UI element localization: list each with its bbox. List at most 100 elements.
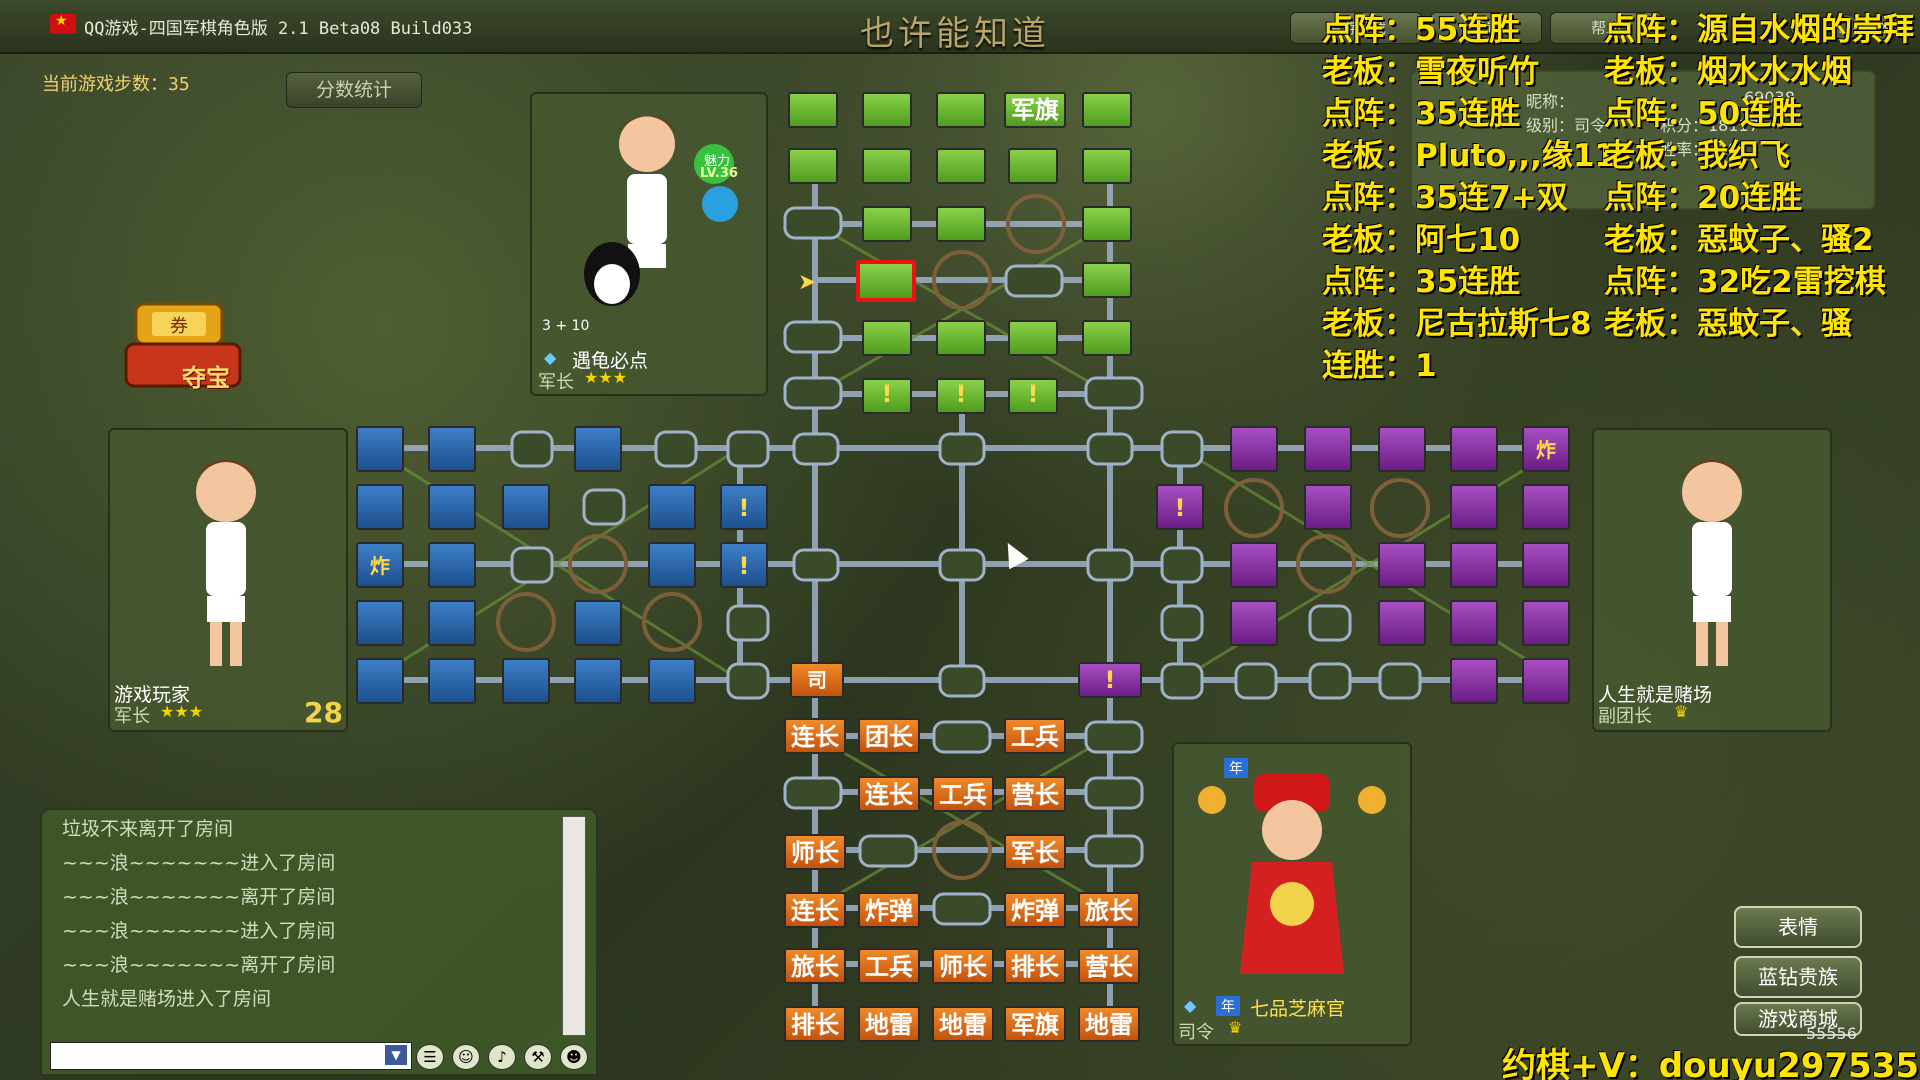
- board-piece[interactable]: [356, 484, 404, 530]
- overlay-line: 老板：烟水水水烟: [1604, 54, 1852, 90]
- board-piece[interactable]: [936, 148, 986, 184]
- board-piece[interactable]: !: [936, 378, 986, 414]
- board-piece[interactable]: [936, 206, 986, 242]
- board-piece[interactable]: [788, 148, 838, 184]
- board-piece[interactable]: [1304, 426, 1352, 472]
- chat-scrollbar[interactable]: [562, 816, 586, 1036]
- board-piece[interactable]: 工兵: [932, 776, 994, 812]
- board-piece[interactable]: [862, 320, 912, 356]
- board-piece[interactable]: 军旗: [1004, 1006, 1066, 1042]
- board-piece[interactable]: 工兵: [858, 948, 920, 984]
- board-piece[interactable]: 团长: [858, 718, 920, 754]
- board-piece[interactable]: 营长: [1004, 776, 1066, 812]
- bomb-mark[interactable]: 炸: [1522, 426, 1570, 472]
- board-piece[interactable]: 连长: [858, 776, 920, 812]
- board-piece[interactable]: 师长: [784, 834, 846, 870]
- board-piece[interactable]: 旅长: [1078, 892, 1140, 928]
- board-piece[interactable]: 炸弹: [1004, 892, 1066, 928]
- speaker-icon[interactable]: ♪: [488, 1044, 516, 1070]
- board-piece[interactable]: [1082, 148, 1132, 184]
- board-piece[interactable]: [1522, 542, 1570, 588]
- board-piece[interactable]: [1450, 658, 1498, 704]
- board-piece[interactable]: [428, 542, 476, 588]
- chat-line: ~~~浪~~~~~~~进入了房间: [62, 920, 336, 942]
- board-piece[interactable]: 地雷: [1078, 1006, 1140, 1042]
- board-piece[interactable]: [1082, 320, 1132, 356]
- board-piece[interactable]: [574, 600, 622, 646]
- board-piece[interactable]: 工兵: [1004, 718, 1066, 754]
- board-piece[interactable]: [1450, 484, 1498, 530]
- board-piece[interactable]: [936, 92, 986, 128]
- board-piece[interactable]: 师长: [932, 948, 994, 984]
- board-piece[interactable]: [1230, 542, 1278, 588]
- board-piece[interactable]: [1450, 426, 1498, 472]
- board-piece[interactable]: 炸弹: [858, 892, 920, 928]
- board-piece[interactable]: 连长: [784, 892, 846, 928]
- board-piece[interactable]: [1304, 484, 1352, 530]
- board-piece[interactable]: 地雷: [858, 1006, 920, 1042]
- board-piece[interactable]: [356, 658, 404, 704]
- board-piece[interactable]: [1450, 542, 1498, 588]
- wrench-icon[interactable]: ⚒: [524, 1044, 552, 1070]
- blue-diamond-button[interactable]: 蓝钻贵族: [1734, 956, 1862, 998]
- board-piece[interactable]: 营长: [1078, 948, 1140, 984]
- board-piece[interactable]: [862, 206, 912, 242]
- board-piece[interactable]: !: [862, 378, 912, 414]
- board-piece[interactable]: [648, 484, 696, 530]
- overlay-line: 点阵：50连胜: [1604, 96, 1803, 132]
- board-piece[interactable]: !: [720, 484, 768, 530]
- board-piece[interactable]: [862, 148, 912, 184]
- board-piece[interactable]: [1378, 542, 1426, 588]
- board-piece[interactable]: [1450, 600, 1498, 646]
- board-piece[interactable]: [1008, 320, 1058, 356]
- board-piece[interactable]: [1082, 206, 1132, 242]
- board-piece[interactable]: 地雷: [932, 1006, 994, 1042]
- board-piece[interactable]: [1230, 600, 1278, 646]
- board-piece[interactable]: [502, 658, 550, 704]
- arrow-right-icon: ➤: [798, 270, 817, 295]
- smiley-icon[interactable]: ☺: [452, 1044, 480, 1070]
- board-piece[interactable]: !: [1008, 378, 1058, 414]
- board-piece[interactable]: 军长: [1004, 834, 1066, 870]
- chevron-down-icon[interactable]: ▼: [385, 1045, 407, 1065]
- friends-icon[interactable]: ☻: [560, 1044, 588, 1070]
- board-piece[interactable]: [356, 600, 404, 646]
- emoji-button[interactable]: 表情: [1734, 906, 1862, 948]
- board-piece[interactable]: [1230, 426, 1278, 472]
- selected-piece[interactable]: [856, 260, 916, 302]
- board-piece[interactable]: [502, 484, 550, 530]
- board-piece[interactable]: [1378, 426, 1426, 472]
- board-piece[interactable]: [936, 320, 986, 356]
- board-piece[interactable]: 军旗: [1004, 92, 1066, 128]
- chat-input[interactable]: ▼: [50, 1042, 412, 1070]
- board-piece[interactable]: [1082, 262, 1132, 298]
- board-piece[interactable]: [1008, 148, 1058, 184]
- bomb-mark[interactable]: 炸: [356, 542, 404, 588]
- speech-bubble-icon[interactable]: ☰: [416, 1044, 444, 1070]
- board-piece[interactable]: [428, 426, 476, 472]
- board-piece[interactable]: [648, 542, 696, 588]
- board-piece[interactable]: 排长: [1004, 948, 1066, 984]
- board-piece[interactable]: [428, 484, 476, 530]
- board-piece[interactable]: !: [720, 542, 768, 588]
- center-piece[interactable]: 司: [790, 662, 844, 698]
- board-piece[interactable]: [1082, 92, 1132, 128]
- board-piece[interactable]: [648, 658, 696, 704]
- chat-line: ~~~浪~~~~~~~离开了房间: [62, 954, 336, 976]
- board-piece[interactable]: [1522, 600, 1570, 646]
- board-piece[interactable]: [788, 92, 838, 128]
- board-piece[interactable]: [1522, 484, 1570, 530]
- board-piece[interactable]: [428, 658, 476, 704]
- board-piece[interactable]: [1378, 600, 1426, 646]
- board-piece[interactable]: [356, 426, 404, 472]
- board-piece[interactable]: 排长: [784, 1006, 846, 1042]
- board-piece[interactable]: [428, 600, 476, 646]
- board-piece[interactable]: !: [1078, 662, 1142, 698]
- board-piece[interactable]: [574, 426, 622, 472]
- board-piece[interactable]: 连长: [784, 718, 846, 754]
- board-piece[interactable]: [574, 658, 622, 704]
- board-piece[interactable]: 旅长: [784, 948, 846, 984]
- board-piece[interactable]: [1522, 658, 1570, 704]
- board-piece[interactable]: [862, 92, 912, 128]
- board-piece[interactable]: !: [1156, 484, 1204, 530]
